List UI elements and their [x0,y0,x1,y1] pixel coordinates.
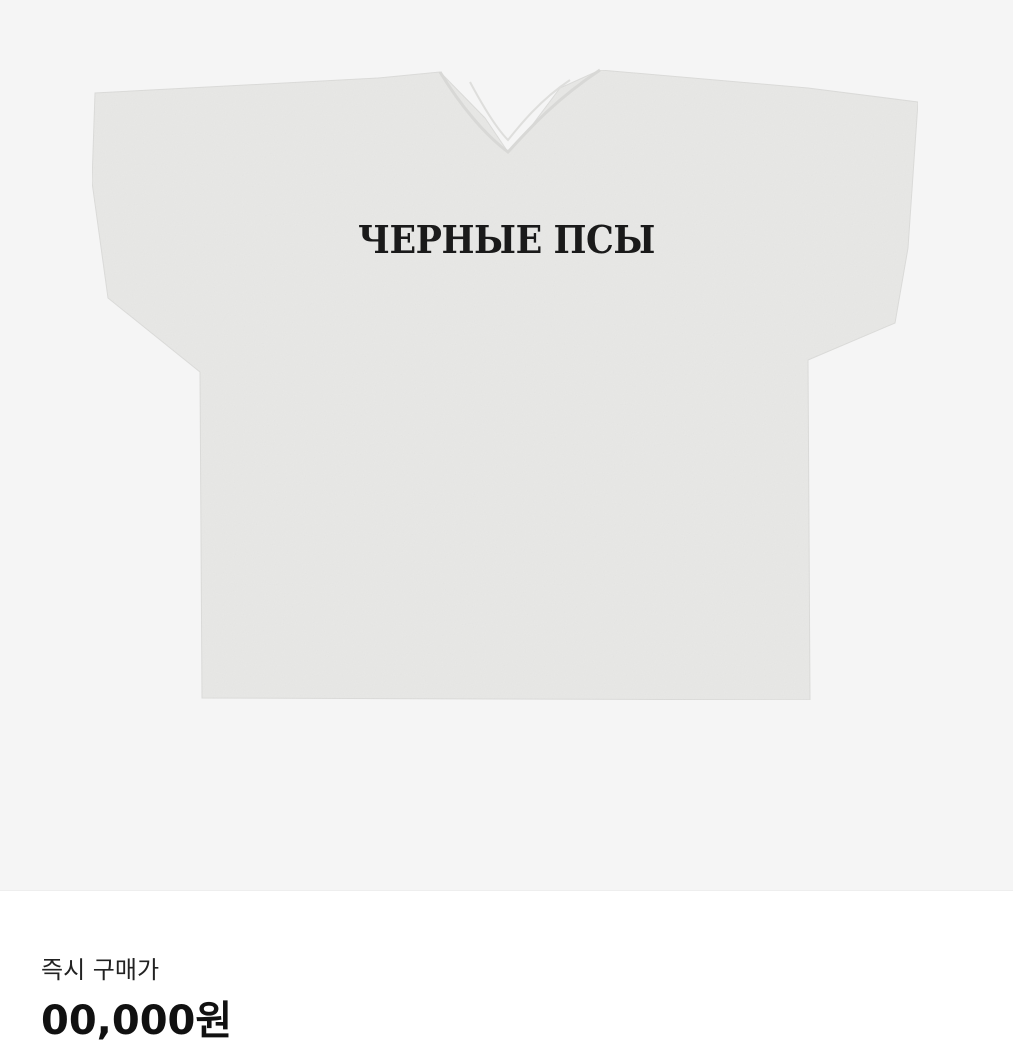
instant-buy-price-value: 00,000원 [41,998,233,1044]
tshirt-illustration [91,68,919,701]
shirt-print-text: ЧЕРНЫЕ ПСЫ [358,217,655,262]
instant-buy-price-label: 즉시 구매가 [41,956,160,984]
tshirt-body [91,69,919,701]
section-divider [0,890,1013,891]
product-image[interactable]: ЧЕРНЫЕ ПСЫ [0,0,1013,890]
